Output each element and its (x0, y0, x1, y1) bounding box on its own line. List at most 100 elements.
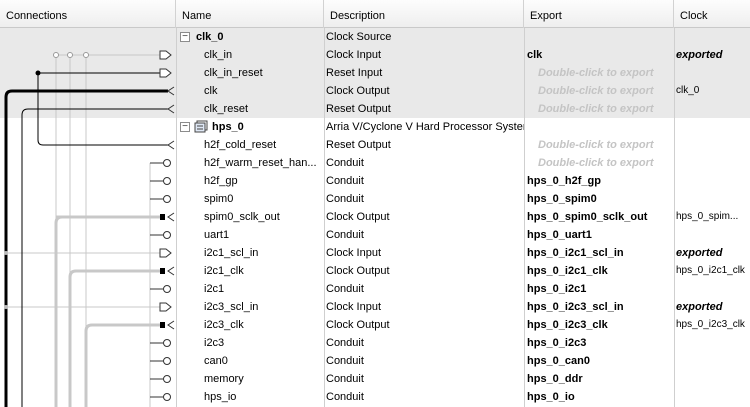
interface-name: clk_reset (204, 103, 249, 115)
clock-cell[interactable] (674, 100, 750, 118)
clock-cell[interactable] (674, 154, 750, 172)
export-cell[interactable]: hps_0_h2f_gp (524, 172, 674, 190)
connections-wires[interactable] (0, 28, 176, 407)
export-cell[interactable] (524, 28, 674, 46)
interface-name: i2c3 (204, 337, 225, 349)
description-cell: Clock Output (326, 265, 390, 277)
interface-name: memory (204, 373, 244, 385)
export-cell[interactable] (524, 118, 674, 136)
node-circle (67, 52, 73, 58)
clock-cell[interactable] (674, 190, 750, 208)
export-cell[interactable]: Double-click to export (524, 136, 674, 154)
clock-cell[interactable]: exported (674, 298, 750, 316)
name-cell: clk_reset (176, 100, 324, 118)
export-cell[interactable]: hps_0_uart1 (524, 226, 674, 244)
clock-cell[interactable]: hps_0_i2c1_clk (674, 262, 750, 280)
clock-cell[interactable]: exported (674, 46, 750, 64)
input-port-icon (159, 50, 172, 60)
clock-cell[interactable] (674, 118, 750, 136)
interface-name: h2f_warm_reset_han... (204, 157, 317, 169)
clock-cell[interactable] (674, 370, 750, 388)
clock-cell[interactable] (674, 28, 750, 46)
header-connections[interactable]: Connections (0, 0, 176, 28)
description-cell: Clock Input (326, 301, 382, 313)
description-cell: Conduit (326, 355, 364, 367)
name-cell: uart1 (176, 226, 324, 244)
interface-name: i2c3_scl_in (204, 301, 259, 313)
description-cell: Conduit (326, 283, 364, 295)
clock-cell[interactable] (674, 172, 750, 190)
name-cell: − hps_0 (176, 118, 324, 136)
clock-cell[interactable]: hps_0_spim... (674, 208, 750, 226)
export-cell[interactable]: hps_0_io (524, 388, 674, 406)
conduit-port-icon (163, 375, 171, 383)
name-cell: − clk_0 (176, 28, 324, 46)
interface-name: i2c1 (204, 283, 225, 295)
description-cell: Conduit (326, 337, 364, 349)
name-cell: hps_io (176, 388, 324, 406)
name-cell: clk_in (176, 46, 324, 64)
output-port-icon (167, 266, 175, 276)
output-port-icon (167, 86, 175, 96)
interface-name: spim0_sclk_out (204, 211, 280, 223)
description-cell: Reset Output (326, 103, 391, 115)
input-port-icon (159, 248, 172, 258)
column-divider (324, 28, 325, 407)
export-cell[interactable]: hps_0_i2c1_clk (524, 262, 674, 280)
export-cell[interactable]: Double-click to export (524, 100, 674, 118)
description-cell: Conduit (326, 391, 364, 403)
export-cell[interactable]: hps_0_can0 (524, 352, 674, 370)
export-cell[interactable]: hps_0_i2c1 (524, 280, 674, 298)
export-cell[interactable]: hps_0_i2c3_clk (524, 316, 674, 334)
collapse-toggle-icon[interactable]: − (180, 122, 190, 132)
export-cell[interactable]: Double-click to export (524, 82, 674, 100)
column-header: Connections Name Description Export Cloc… (0, 0, 750, 28)
description-cell: Clock Input (326, 49, 382, 61)
interface-name: clk (204, 85, 218, 97)
header-name[interactable]: Name (176, 0, 324, 28)
export-cell[interactable]: hps_0_ddr (524, 370, 674, 388)
clock-cell[interactable] (674, 226, 750, 244)
name-cell: i2c1_clk (176, 262, 324, 280)
clock-cell[interactable] (674, 136, 750, 154)
wire-clock (84, 323, 160, 407)
clock-cell[interactable]: hps_0_i2c3_clk (674, 316, 750, 334)
node-dot (4, 305, 8, 309)
clock-cell[interactable]: exported (674, 244, 750, 262)
name-cell: i2c1_scl_in (176, 244, 324, 262)
processor-module-icon (194, 120, 208, 133)
export-cell[interactable]: Double-click to export (524, 154, 674, 172)
clock-cell[interactable] (674, 64, 750, 82)
header-clock[interactable]: Clock (674, 0, 750, 28)
clock-cell[interactable] (674, 280, 750, 298)
header-export[interactable]: Export (524, 0, 674, 28)
name-cell: memory (176, 370, 324, 388)
module-name: hps_0 (212, 121, 244, 133)
name-cell: h2f_cold_reset (176, 136, 324, 154)
description-cell: Clock Output (326, 211, 390, 223)
collapse-toggle-icon[interactable]: − (180, 32, 190, 42)
clock-cell[interactable]: clk_0 (674, 82, 750, 100)
export-cell[interactable]: hps_0_i2c3_scl_in (524, 298, 674, 316)
clock-cell[interactable] (674, 352, 750, 370)
export-cell[interactable]: hps_0_spim0_sclk_out (524, 208, 674, 226)
interface-name: hps_io (204, 391, 237, 403)
name-cell: i2c3 (176, 334, 324, 352)
header-description[interactable]: Description (324, 0, 524, 28)
clock-cell[interactable] (674, 334, 750, 352)
wire-clock (54, 215, 63, 407)
node-circle (53, 52, 59, 58)
export-cell[interactable]: hps_0_i2c1_scl_in (524, 244, 674, 262)
wire-reset (21, 108, 168, 407)
clock-cell[interactable] (674, 388, 750, 406)
export-cell[interactable]: hps_0_spim0 (524, 190, 674, 208)
description-cell: Conduit (326, 193, 364, 205)
conduit-port-icon (163, 231, 171, 239)
export-cell[interactable]: hps_0_i2c3 (524, 334, 674, 352)
input-port-icon (159, 302, 172, 312)
name-cell: i2c1 (176, 280, 324, 298)
conduit-port-icon (163, 339, 171, 347)
export-cell[interactable]: clk (524, 46, 674, 64)
name-cell: can0 (176, 352, 324, 370)
export-cell[interactable]: Double-click to export (524, 64, 674, 82)
